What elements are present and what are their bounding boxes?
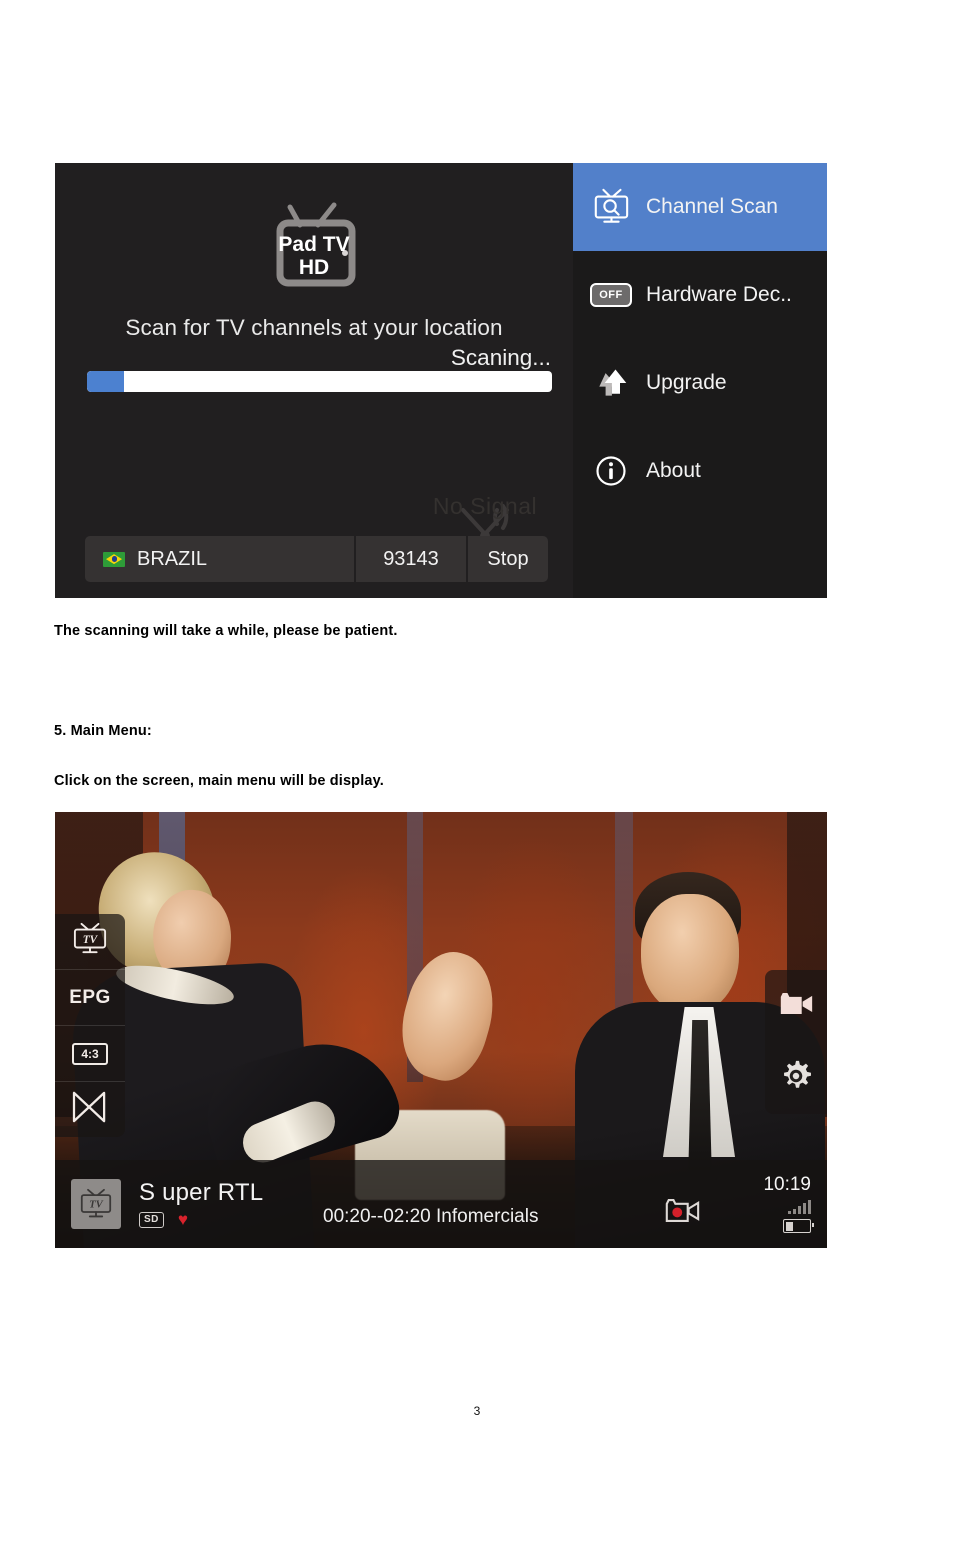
menu-label-about: About (646, 459, 701, 482)
pad-tv-hd-logo-icon: Pad TV HD (260, 201, 368, 287)
quality-badge: SD (139, 1211, 164, 1228)
no-signal-label: No Signal (432, 493, 538, 519)
left-menu-item-channel-list[interactable]: TV (55, 914, 125, 970)
country-label: BRAZIL (137, 547, 208, 570)
menu-label-upgrade: Upgrade (646, 371, 727, 394)
toggle-off-icon[interactable]: OFF (590, 275, 632, 315)
menu-item-channel-scan[interactable]: Channel Scan (573, 163, 827, 251)
country-selector[interactable]: BRAZIL (85, 536, 356, 582)
tv-search-icon (590, 187, 632, 227)
left-menu-item-epg[interactable]: EPG (55, 970, 125, 1026)
player-info-bar: TV S uper RTL SD ♥ 00:20--02:20 Infomerc… (55, 1160, 827, 1248)
program-info: 00:20--02:20 Infomercials (323, 1206, 539, 1227)
menu-item-hardware-dec[interactable]: OFF Hardware Dec.. (573, 251, 827, 339)
channel-tags: SD ♥ (139, 1211, 263, 1228)
svg-text:TV: TV (89, 1200, 104, 1211)
speaker-icon (70, 1091, 110, 1128)
scan-progress-bar (87, 371, 552, 392)
left-menu-item-aspect-ratio[interactable]: 4:3 (55, 1026, 125, 1082)
toggle-off-label: OFF (590, 283, 632, 307)
caption-click-screen: Click on the screen, main menu will be d… (54, 773, 384, 789)
battery-low-icon (783, 1219, 814, 1233)
clock: 10:19 (763, 1174, 811, 1196)
upgrade-arrow-icon (590, 363, 632, 403)
right-menu-item-record[interactable] (765, 970, 827, 1042)
page-number: 3 (473, 1404, 481, 1418)
tv-icon: TV (71, 922, 109, 961)
guest-right-face (641, 894, 739, 1014)
epg-icon: EPG (69, 986, 111, 1008)
menu-label-channel-scan: Channel Scan (646, 195, 778, 218)
info-circle-icon (590, 451, 632, 491)
video-camera-icon (777, 989, 815, 1023)
player-right-menu (765, 970, 827, 1114)
frequency-value: 93143 (356, 536, 468, 582)
svg-text:HD: HD (299, 256, 329, 279)
heart-icon[interactable]: ♥ (178, 1211, 188, 1228)
menu-label-hardware-dec: Hardware Dec.. (646, 283, 792, 306)
player-status-cluster: 10:19 (725, 1174, 814, 1238)
menu-item-about[interactable]: About (573, 427, 827, 515)
player-screenshot: TV EPG 4:3 TV S uper RTL SD ♥ 00:20--02:… (55, 812, 827, 1248)
stop-button[interactable]: Stop (468, 536, 548, 582)
left-menu-item-audio-track[interactable] (55, 1082, 125, 1137)
aspect-ratio-icon: 4:3 (72, 1042, 108, 1065)
player-left-menu: TV EPG 4:3 (55, 914, 125, 1137)
record-camera-icon[interactable] (663, 1196, 701, 1230)
channel-scan-screenshot: No Signal Pad TV HD Scan for TV channels… (55, 163, 827, 598)
caption-patience: The scanning will take a while, please b… (54, 623, 398, 639)
svg-text:Pad TV: Pad TV (278, 233, 349, 256)
menu-item-upgrade[interactable]: Upgrade (573, 339, 827, 427)
signal-bars-icon (725, 1200, 811, 1214)
channel-name: S uper RTL (139, 1178, 264, 1206)
right-menu-item-settings[interactable] (765, 1042, 827, 1114)
tv-channel-logo-icon: TV (71, 1179, 121, 1229)
scan-side-menu: Channel Scan OFF Hardware Dec.. Upgrade (573, 163, 827, 598)
scan-progress-fill (87, 371, 125, 392)
svg-text:TV: TV (83, 934, 99, 946)
scan-bottom-bar: BRAZIL 93143 Stop (85, 536, 548, 582)
brazil-flag-icon (103, 551, 125, 567)
scan-title: Scan for TV channels at your location (125, 315, 503, 340)
section-heading-main-menu: 5. Main Menu: (54, 723, 152, 739)
gear-icon (778, 1058, 814, 1099)
scan-status-label: Scaning... (450, 345, 551, 370)
scan-main-panel: No Signal Pad TV HD Scan for TV channels… (55, 163, 573, 598)
channel-info-block: S uper RTL SD ♥ (139, 1180, 263, 1228)
